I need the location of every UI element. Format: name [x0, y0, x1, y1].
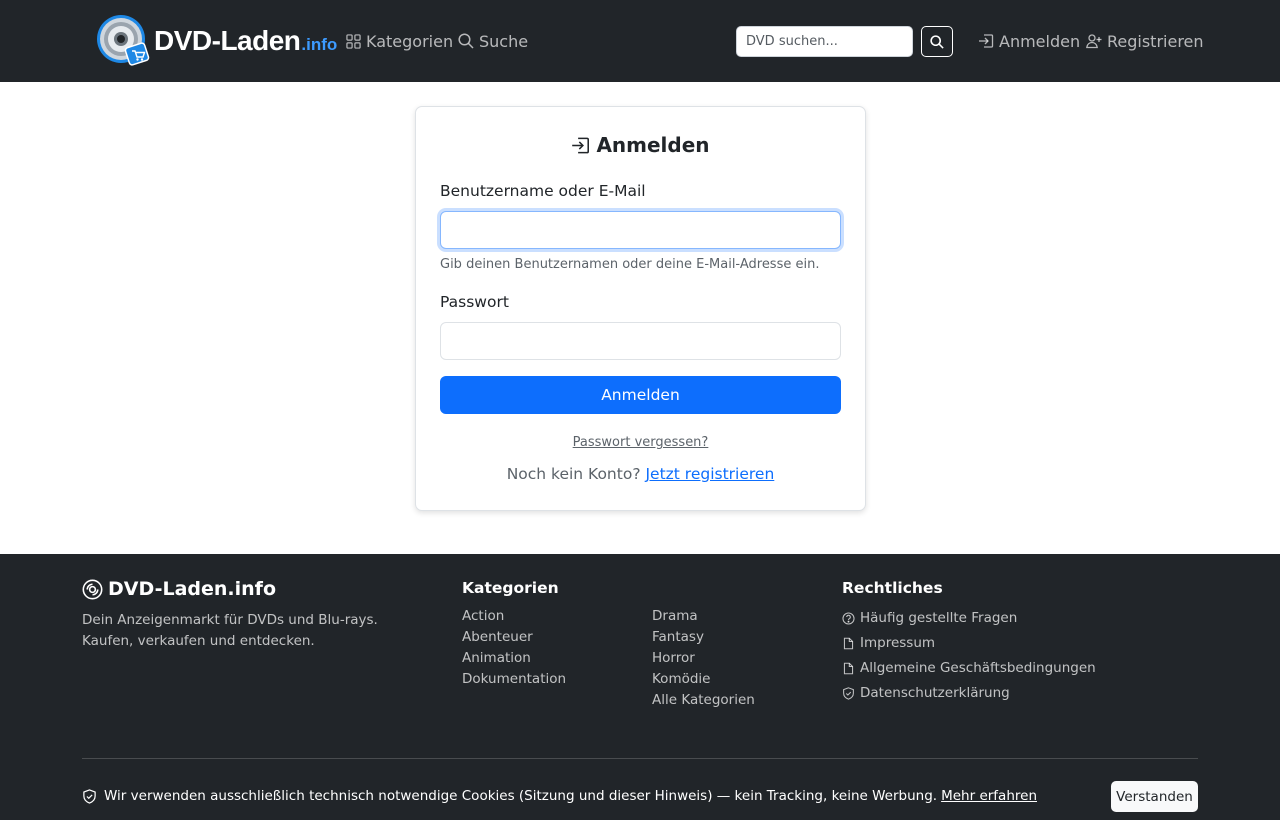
footer-description: Dein Anzeigenmarkt für DVDs und Blu-rays… — [82, 612, 378, 649]
footer-category-link[interactable]: Komödie — [652, 669, 755, 690]
cookie-more-link[interactable]: Mehr erfahren — [941, 788, 1037, 804]
password-input[interactable] — [440, 322, 841, 360]
footer-terms-link[interactable]: Allgemeine Geschäftsbedingungen — [842, 656, 1096, 681]
footer-categories-col2: Drama Fantasy Horror Komödie Alle Katego… — [652, 606, 755, 711]
forgot-password-link[interactable]: Passwort vergessen? — [416, 435, 865, 450]
cookie-notice: Wir verwenden ausschließlich technisch n… — [82, 788, 1037, 804]
footer-categories-col1: Action Abenteuer Animation Dokumentation — [462, 606, 566, 690]
navbar-inner: DVD-Laden .info Kategorien Suche DVD suc… — [96, 0, 1204, 82]
footer-faq-label: Häufig gestellte Fragen — [860, 610, 1018, 626]
login-title: Anmelden — [416, 133, 865, 157]
logo-main-text: DVD-Laden — [154, 25, 301, 56]
footer-faq-link[interactable]: Häufig gestellte Fragen — [842, 606, 1096, 631]
file-icon — [843, 662, 854, 675]
nav-register-link[interactable]: Registrieren — [1086, 30, 1204, 52]
footer-category-link[interactable]: Drama — [652, 606, 755, 627]
login-icon — [572, 137, 590, 153]
nav-login-label: Anmelden — [999, 31, 1081, 51]
username-hint: Gib deinen Benutzernamen oder deine E-Ma… — [440, 257, 820, 272]
footer: DVD-Laden.info Dein Anzeigenmarkt für DV… — [0, 554, 1280, 820]
no-account-text: Noch kein Konto? — [506, 465, 641, 483]
logo-suffix-text: .info — [301, 35, 338, 54]
cookie-accept-button[interactable]: Verstanden — [1111, 781, 1198, 812]
site-logo[interactable]: DVD-Laden .info — [96, 14, 337, 68]
nav-categories-link[interactable]: Kategorien — [346, 30, 453, 52]
footer-imprint-label: Impressum — [860, 635, 936, 651]
footer-all-categories-link[interactable]: Alle Kategorien — [652, 690, 755, 711]
login-title-text: Anmelden — [596, 133, 710, 157]
search-icon — [930, 34, 944, 49]
footer-legal-heading: Rechtliches — [842, 579, 943, 597]
login-icon — [979, 34, 994, 48]
nav-login-link[interactable]: Anmelden — [978, 30, 1080, 52]
footer-categories-heading: Kategorien — [462, 579, 559, 597]
footer-category-link[interactable]: Action — [462, 606, 566, 627]
footer-brand-text: DVD-Laden.info — [108, 578, 277, 600]
dvd-cart-logo-icon — [96, 14, 150, 68]
nav-register-label: Registrieren — [1107, 31, 1204, 51]
shield-check-icon — [83, 788, 96, 804]
footer-category-link[interactable]: Animation — [462, 648, 566, 669]
cookie-text: Wir verwenden ausschließlich technisch n… — [104, 788, 938, 804]
shield-icon — [843, 687, 854, 700]
person-add-icon — [1086, 34, 1102, 49]
question-circle-icon — [842, 612, 855, 625]
footer-category-link[interactable]: Abenteuer — [462, 627, 566, 648]
file-icon — [843, 637, 854, 650]
footer-category-link[interactable]: Dokumentation — [462, 669, 566, 690]
logo-text: DVD-Laden .info — [154, 25, 337, 57]
footer-category-link[interactable]: Horror — [652, 648, 755, 669]
username-input[interactable] — [440, 211, 841, 249]
navbar: DVD-Laden .info Kategorien Suche DVD suc… — [0, 0, 1280, 82]
password-label: Passwort — [440, 293, 509, 311]
disc-icon — [82, 579, 103, 599]
footer-imprint-link[interactable]: Impressum — [842, 631, 1096, 656]
dvd-search-input[interactable] — [736, 26, 913, 57]
search-icon — [458, 33, 474, 49]
register-prompt: Noch kein Konto? Jetzt registrieren — [416, 465, 865, 483]
footer-brand: DVD-Laden.info — [82, 578, 276, 600]
grid-icon — [346, 33, 361, 49]
nav-categories-label: Kategorien — [366, 31, 454, 51]
register-now-link[interactable]: Jetzt registrieren — [645, 465, 774, 483]
footer-terms-label: Allgemeine Geschäftsbedingungen — [860, 660, 1096, 676]
footer-privacy-label: Datenschutzerklärung — [860, 685, 1010, 701]
footer-divider — [82, 758, 1198, 759]
username-label: Benutzername oder E-Mail — [440, 182, 646, 200]
footer-legal-list: Häufig gestellte Fragen Impressum Allgem… — [842, 606, 1096, 706]
login-submit-button[interactable]: Anmelden — [440, 376, 841, 414]
footer-category-link[interactable]: Fantasy — [652, 627, 755, 648]
nav-search-link[interactable]: Suche — [458, 30, 528, 52]
login-card: Anmelden Benutzername oder E-Mail Gib de… — [415, 106, 866, 511]
footer-privacy-link[interactable]: Datenschutzerklärung — [842, 681, 1096, 706]
nav-search-label: Suche — [479, 31, 529, 51]
search-submit-button[interactable] — [921, 26, 953, 57]
